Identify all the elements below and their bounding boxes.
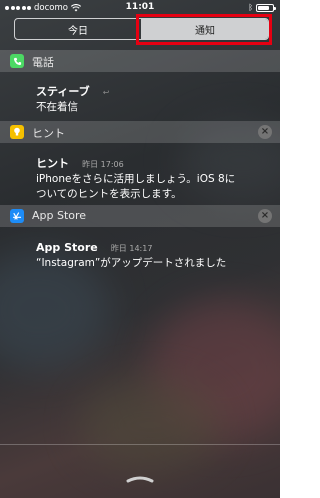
notification-title: スティーブ — [36, 85, 90, 98]
notification-tips[interactable]: ヒント 昨日 17:06 iPhoneをさらに活用しましょう。iOS 8に つい… — [36, 152, 272, 201]
notification-title: ヒント — [36, 157, 69, 170]
reply-icon: ↩ — [102, 88, 110, 97]
notification-body-line2: ついてのヒントを表示します。 — [36, 188, 182, 200]
notification-time: 昨日 14:17 — [110, 244, 153, 253]
clear-app-store-button[interactable]: × — [258, 209, 272, 223]
bluetooth-icon: ᛒ — [248, 3, 253, 12]
notification-body: 不在着信 — [36, 101, 78, 113]
notification-body: “Instagram”がアップデートされました — [36, 257, 227, 269]
notification-title: App Store — [36, 241, 98, 254]
highlight-annotation-box — [136, 14, 272, 45]
notification-body-line1: iPhoneをさらに活用しましょう。iOS 8に — [36, 173, 236, 185]
section-title-app-store: App Store — [32, 209, 87, 222]
section-title-tips: ヒント — [32, 127, 65, 140]
battery-icon — [256, 3, 276, 12]
section-header-phone: 電話 — [0, 50, 280, 72]
clear-tips-button[interactable]: × — [258, 125, 272, 139]
notification-missed-call[interactable]: スティーブ ↩ 不在着信 — [36, 80, 272, 114]
close-grabber-handle[interactable] — [126, 474, 154, 484]
tab-today[interactable]: 今日 — [15, 19, 141, 39]
app-store-icon — [10, 209, 24, 223]
status-time: 11:01 — [125, 2, 155, 12]
notification-time: 昨日 17:06 — [82, 160, 124, 169]
notification-app-store-update[interactable]: App Store 昨日 14:17 “Instagram”がアップデートされま… — [36, 236, 272, 270]
section-header-tips: ヒント × — [0, 121, 280, 143]
bottom-divider — [0, 444, 280, 445]
phone-icon — [10, 54, 24, 68]
section-title-phone: 電話 — [32, 56, 54, 69]
lightbulb-icon — [10, 125, 24, 139]
notification-center: docomo 11:01 ᛒ 今日 通知 電話 スティーブ ↩ 不在着信 ヒント… — [0, 0, 280, 498]
section-header-app-store: App Store × — [0, 205, 280, 227]
